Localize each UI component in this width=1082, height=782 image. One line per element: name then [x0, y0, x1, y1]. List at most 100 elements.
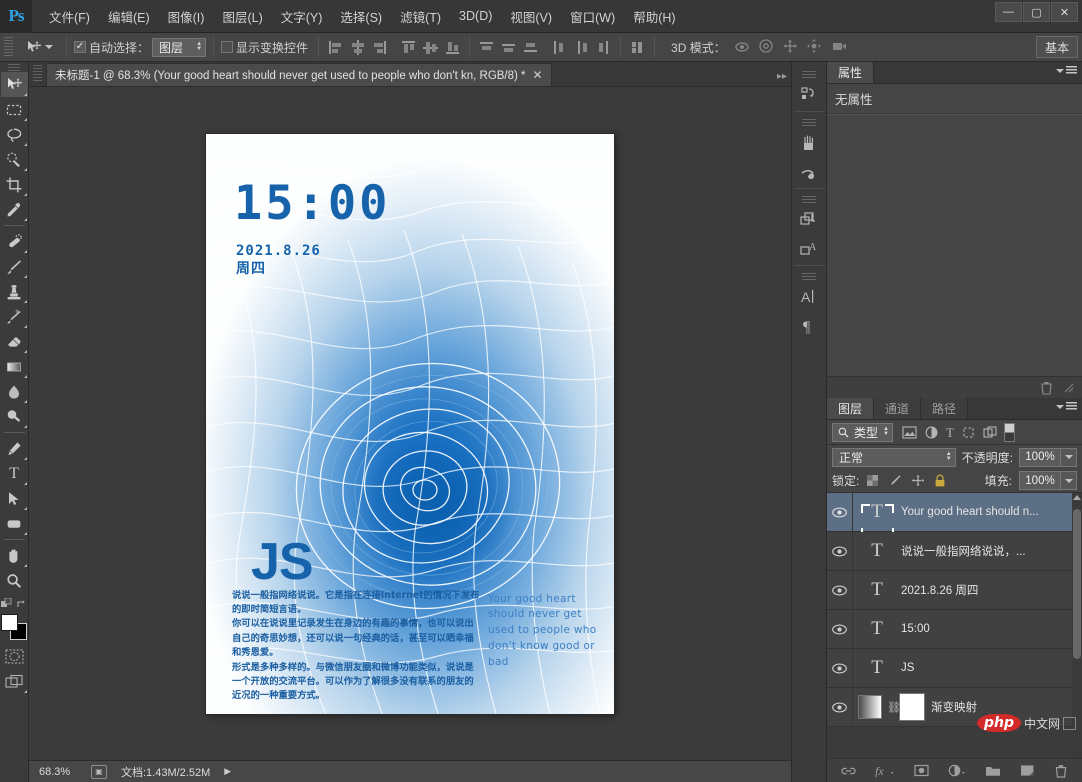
auto-select-scope-select[interactable]: 图层 ▲ ▼	[152, 37, 207, 57]
tool-expand-triangle-icon[interactable]	[23, 250, 27, 253]
smart-object-filter-icon[interactable]	[983, 425, 997, 439]
document-tab[interactable]: 未标题-1 @ 68.3% (Your good heart should ne…	[46, 63, 552, 86]
status-menu-arrow-icon[interactable]: ▶	[224, 766, 231, 777]
workspace-switcher-button[interactable]: 基本	[1035, 36, 1078, 58]
3d-camera-icon[interactable]	[830, 38, 849, 57]
type-filter-icon[interactable]: T	[946, 426, 954, 439]
fill-value[interactable]: 100%	[1019, 471, 1061, 490]
opacity-slider-caret-icon[interactable]	[1061, 447, 1077, 467]
document-tab-close-icon[interactable]: ✕	[533, 69, 543, 81]
layers-panel-menu[interactable]	[1056, 402, 1077, 411]
menu-image[interactable]: 图像(I)	[159, 3, 214, 30]
tool-rectangular-marquee[interactable]	[1, 97, 28, 122]
panel-menu-caret-icon[interactable]	[1056, 404, 1064, 409]
align-left-edges-icon[interactable]	[326, 38, 345, 57]
auto-align-layers-icon[interactable]	[628, 38, 647, 57]
blend-mode-select[interactable]: 正常 ▲ ▼	[832, 447, 956, 467]
properties-panel-menu[interactable]	[1056, 66, 1077, 75]
table-row[interactable]: T JS	[827, 649, 1082, 688]
tool-expand-triangle-icon[interactable]	[23, 300, 27, 303]
layer-visibility-toggle[interactable]	[827, 571, 853, 609]
foreground-color-swatch[interactable]	[1, 614, 18, 631]
tool-preset-chevron-icon[interactable]	[45, 45, 53, 49]
screen-mode-toggle[interactable]	[1, 669, 28, 694]
new-group-button[interactable]	[985, 764, 1001, 777]
3d-pan-icon[interactable]	[782, 38, 801, 57]
brush-presets-panel-icon[interactable]	[794, 128, 825, 157]
menu-layer[interactable]: 图层(L)	[213, 3, 271, 30]
tool-expand-triangle-icon[interactable]	[23, 400, 27, 403]
distribute-vertical-centers-icon[interactable]	[499, 38, 518, 57]
link-layers-button[interactable]	[841, 765, 856, 777]
3d-orbit-icon[interactable]	[734, 38, 753, 57]
tool-expand-triangle-icon[interactable]	[23, 325, 27, 328]
align-top-edges-icon[interactable]	[399, 38, 418, 57]
tool-crop[interactable]	[1, 172, 28, 197]
tool-clone-stamp[interactable]	[1, 279, 28, 304]
table-row[interactable]: T 说说一般指网络说说，...	[827, 532, 1082, 571]
menu-type[interactable]: 文字(Y)	[272, 3, 332, 30]
scrollbar-thumb[interactable]	[1073, 509, 1081, 659]
layer-name[interactable]: JS	[901, 662, 920, 674]
options-bar-grip[interactable]	[4, 37, 13, 57]
menu-window[interactable]: 窗口(W)	[561, 3, 624, 30]
tool-expand-triangle-icon[interactable]	[23, 350, 27, 353]
tool-expand-triangle-icon[interactable]	[23, 482, 27, 485]
tool-lasso[interactable]	[1, 122, 28, 147]
tab-channels[interactable]: 通道	[874, 398, 922, 419]
tool-zoom[interactable]	[1, 568, 28, 593]
tool-expand-triangle-icon[interactable]	[23, 507, 27, 510]
auto-select-checkbox[interactable]: ✓	[74, 41, 86, 53]
close-button[interactable]: ✕	[1051, 2, 1078, 22]
3d-roll-icon[interactable]	[758, 38, 777, 57]
layer-filter-type-select[interactable]: 类型 ▲ ▼	[832, 422, 893, 442]
tool-expand-triangle-icon[interactable]	[23, 690, 27, 693]
shape-filter-icon[interactable]	[962, 426, 975, 439]
layer-thumbnail[interactable]: T	[853, 579, 901, 601]
tool-expand-triangle-icon[interactable]	[23, 143, 27, 146]
align-horizontal-centers-icon[interactable]	[348, 38, 367, 57]
rail-grip-2[interactable]	[802, 119, 816, 126]
align-vertical-centers-icon[interactable]	[421, 38, 440, 57]
document-canvas[interactable]: 15:00 2021.8.26 周四 JS 说说一般指网络说说。它是指在连接In…	[206, 133, 614, 714]
maximize-button[interactable]: ▢	[1023, 2, 1050, 22]
lock-image-pixels-icon[interactable]	[888, 474, 902, 487]
menu-view[interactable]: 视图(V)	[501, 3, 561, 30]
menu-edit[interactable]: 编辑(E)	[99, 3, 159, 30]
scope-spinner-icon[interactable]: ▲ ▼	[196, 41, 202, 52]
tool-brush[interactable]	[1, 254, 28, 279]
tool-type[interactable]: T	[1, 461, 28, 486]
brush-settings-panel-icon[interactable]	[794, 157, 825, 186]
distribute-left-edges-icon[interactable]	[550, 38, 569, 57]
tool-gradient[interactable]	[1, 354, 28, 379]
tool-path-selection[interactable]	[1, 486, 28, 511]
layer-visibility-toggle[interactable]	[827, 493, 853, 531]
mask-link-icon[interactable]: ⛓	[887, 701, 901, 714]
adjustment-filter-icon[interactable]	[925, 426, 938, 439]
table-row[interactable]: T Your good heart should n...	[827, 493, 1082, 537]
rail-grip-1[interactable]	[802, 71, 816, 78]
distribute-horizontal-centers-icon[interactable]	[572, 38, 591, 57]
layer-thumbnail[interactable]: T	[853, 657, 901, 679]
fill-control[interactable]: 100%	[1019, 471, 1077, 490]
pixel-filter-icon[interactable]	[902, 425, 917, 439]
tool-eraser[interactable]	[1, 329, 28, 354]
adjustment-layer-thumbnail[interactable]	[853, 695, 887, 719]
menu-select[interactable]: 选择(S)	[331, 3, 391, 30]
tab-layers[interactable]: 图层	[827, 398, 875, 419]
align-right-edges-icon[interactable]	[370, 38, 389, 57]
lock-position-icon[interactable]	[911, 474, 925, 487]
panel-menu-hamburger-icon[interactable]	[1066, 402, 1077, 411]
tool-quick-selection[interactable]	[1, 147, 28, 172]
show-transform-checkbox[interactable]	[221, 41, 234, 53]
distribute-top-edges-icon[interactable]	[477, 38, 496, 57]
tool-expand-triangle-icon[interactable]	[23, 168, 27, 171]
layer-filter-spinner-icon[interactable]: ▲ ▼	[883, 426, 889, 437]
layer-mask-thumbnail[interactable]	[899, 693, 925, 721]
panel-menu-caret-icon[interactable]	[1056, 68, 1064, 73]
quick-mask-toggle[interactable]	[1, 644, 28, 669]
fill-slider-caret-icon[interactable]	[1061, 471, 1077, 490]
tool-expand-triangle-icon[interactable]	[23, 457, 27, 460]
tool-expand-triangle-icon[interactable]	[23, 218, 27, 221]
tool-expand-triangle-icon[interactable]	[23, 564, 27, 567]
